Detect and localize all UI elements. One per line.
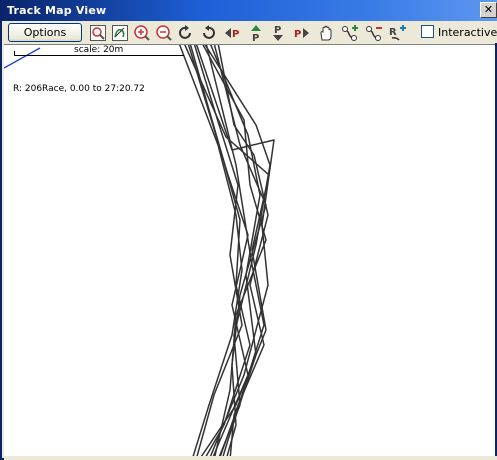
move-down-icon: P	[273, 25, 283, 41]
zoom-to-fit-icon	[90, 25, 106, 41]
track-map-plot	[4, 45, 275, 457]
move-left-icon: P	[225, 28, 239, 40]
rotate-counterclockwise-icon	[203, 25, 215, 39]
zoom-in-icon	[134, 25, 150, 41]
move-left-button[interactable]: P	[222, 23, 242, 43]
track-laps	[178, 45, 275, 457]
svg-text:P: P	[252, 33, 259, 42]
pan-button[interactable]	[316, 23, 336, 43]
move-right-button[interactable]: P	[292, 23, 312, 43]
track-map-window: Track Map View ✕ Options P P P P R Inter…	[0, 0, 497, 460]
highlight-section-icon	[112, 25, 128, 41]
rotate-counterclockwise-button[interactable]	[198, 23, 218, 43]
zoom-in-button[interactable]	[132, 23, 152, 43]
scale-bar	[14, 55, 184, 60]
zoom-out-icon	[156, 25, 172, 41]
move-down-button[interactable]: P	[268, 23, 288, 43]
highlight-section-button[interactable]	[110, 23, 130, 43]
pan-hand-icon	[320, 25, 332, 41]
interactive-mode-label: Interactive M	[438, 26, 497, 39]
lap-trace-9	[217, 45, 269, 457]
remove-marker-icon	[366, 26, 382, 41]
add-marker-button[interactable]	[340, 23, 360, 43]
rotate-clockwise-icon	[179, 25, 191, 39]
add-reference-icon: R	[389, 25, 406, 41]
add-marker-icon	[342, 25, 358, 41]
rotate-clockwise-button[interactable]	[176, 23, 196, 43]
track-map-canvas[interactable]: scale: 20m R: 206Race, 0.00 to 27:20.72	[4, 44, 495, 457]
window-title: Track Map View	[7, 4, 107, 17]
close-button[interactable]: ✕	[480, 2, 497, 18]
move-right-icon: P	[294, 28, 309, 40]
svg-text:R: R	[389, 27, 397, 38]
remove-marker-button[interactable]	[364, 23, 384, 43]
title-bar[interactable]: Track Map View ✕	[2, 0, 497, 21]
zoom-to-fit-button[interactable]	[88, 23, 108, 43]
run-info-label: R: 206Race, 0.00 to 27:20.72	[13, 84, 145, 94]
svg-text:P: P	[232, 29, 239, 40]
zoom-out-button[interactable]	[154, 23, 174, 43]
interactive-mode-toggle[interactable]: Interactive M	[421, 25, 497, 41]
window-bottom-edge	[4, 456, 497, 460]
lap-trace-3	[189, 45, 251, 457]
toolbar: Options P P P P R Interactive	[4, 21, 497, 43]
interactive-mode-checkbox[interactable]	[421, 25, 434, 38]
move-up-icon: P	[251, 25, 261, 42]
move-up-button[interactable]: P	[246, 23, 266, 43]
lap-trace-2	[184, 45, 270, 457]
svg-text:P: P	[294, 29, 301, 40]
scale-label: scale: 20m	[74, 45, 124, 55]
scale-bar-tick	[14, 51, 15, 56]
close-icon: ✕	[483, 3, 494, 16]
lap-trace-1	[178, 45, 243, 457]
add-reference-button[interactable]: R	[388, 23, 408, 43]
options-button[interactable]: Options	[8, 23, 82, 42]
svg-text:P: P	[274, 25, 281, 36]
